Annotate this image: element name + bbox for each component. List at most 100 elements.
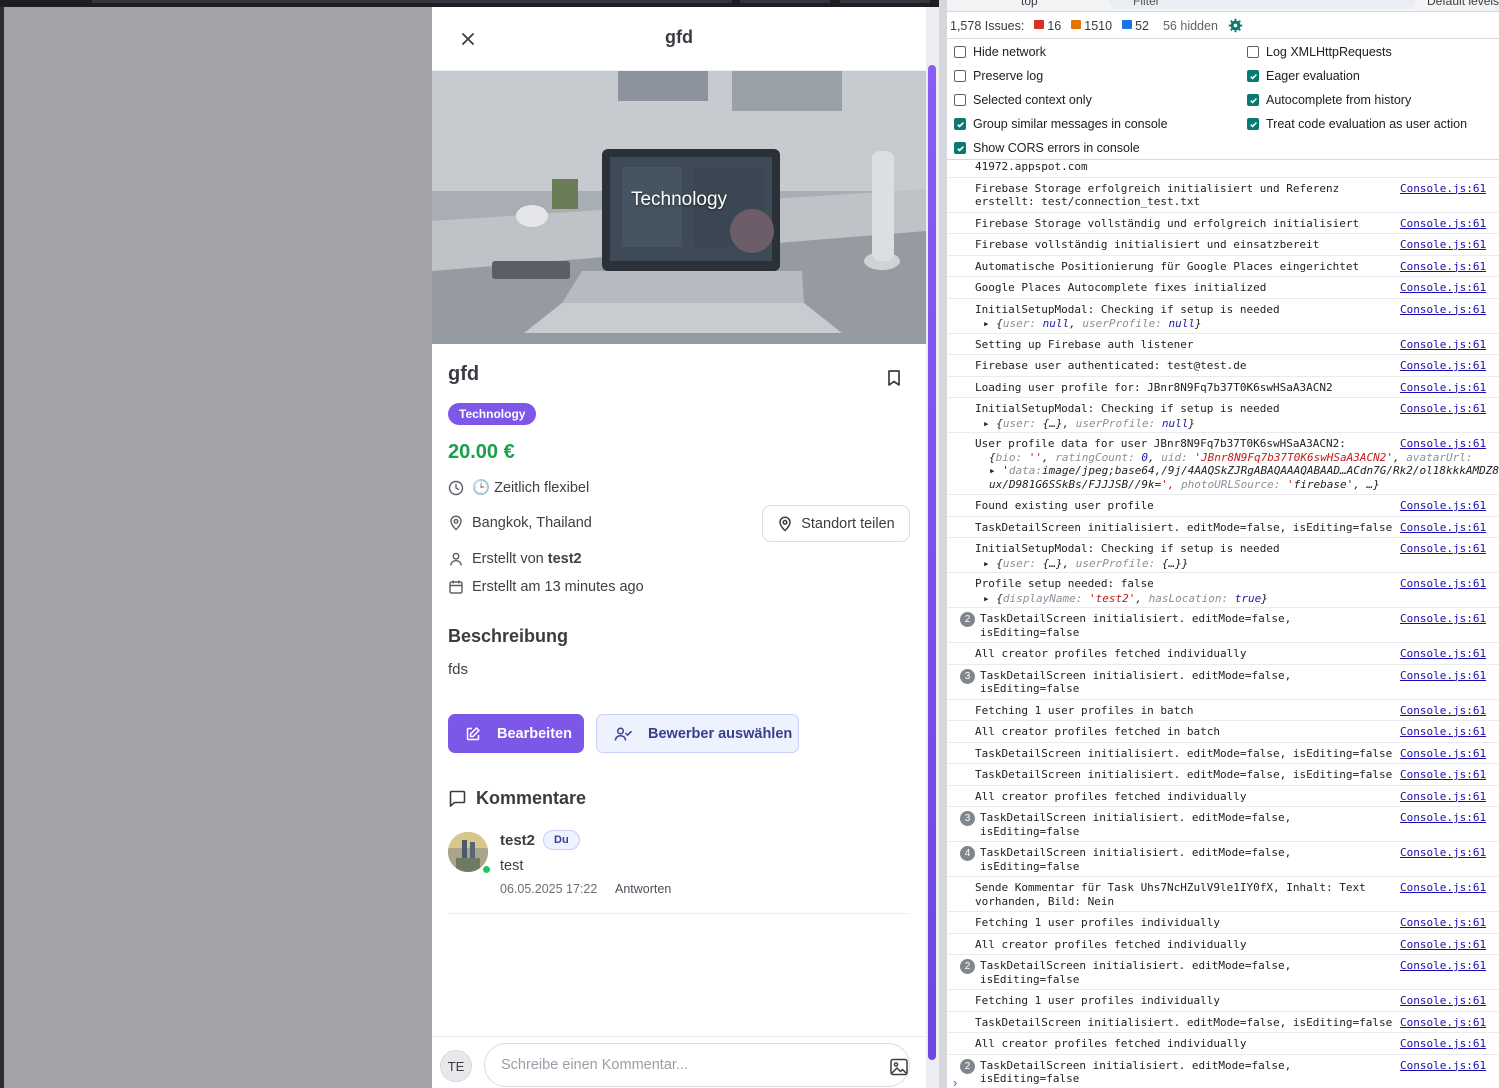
select-applicant-button[interactable]: Bewerber auswählen xyxy=(596,714,799,753)
console-source-link[interactable]: Console.js:61 xyxy=(1400,303,1486,317)
console-message[interactable]: Loading user profile for: JBnr8N9Fq7b37T… xyxy=(947,377,1499,398)
console-message[interactable]: InitialSetupModal: Checking if setup is … xyxy=(947,398,1499,433)
console-message[interactable]: Firebase Storage vollständig und erfolgr… xyxy=(947,213,1499,234)
setting-checkbox[interactable] xyxy=(954,46,966,58)
console-source-link[interactable]: Console.js:61 xyxy=(1400,238,1486,252)
console-message[interactable]: 2 TaskDetailScreen initialisiert. editMod… xyxy=(947,955,1499,990)
console-message[interactable]: Fetching 1 user profiles individually Con… xyxy=(947,990,1499,1012)
console-message[interactable]: 3 TaskDetailScreen initialisiert. editMod… xyxy=(947,807,1499,842)
console-message[interactable]: Firebase vollständig initialisiert und e… xyxy=(947,234,1499,256)
setting-checkbox[interactable] xyxy=(1247,118,1259,130)
console-message[interactable]: TaskDetailScreen initialisiert. editMode… xyxy=(947,743,1499,764)
issues-info[interactable]: 52 xyxy=(1122,19,1149,33)
console-message[interactable]: All creator profiles fetched individuall… xyxy=(947,934,1499,955)
bookmark-icon[interactable] xyxy=(884,368,904,388)
setting-right-3[interactable]: Treat code evaluation as user action xyxy=(1247,117,1467,131)
setting-right-1[interactable]: Eager evaluation xyxy=(1247,69,1360,83)
console-source-link[interactable]: Console.js:61 xyxy=(1400,217,1486,231)
console-object-preview[interactable]: ▸ {displayName: 'test2', hasLocation: tr… xyxy=(983,592,1268,606)
console-message[interactable]: All creator profiles fetched in batch Con… xyxy=(947,721,1499,743)
console-message[interactable]: Profile setup needed: false ▸ {displayNam… xyxy=(947,573,1499,608)
console-source-link[interactable]: Console.js:61 xyxy=(1400,577,1486,591)
console-source-link[interactable]: Console.js:61 xyxy=(1400,846,1486,860)
console-message[interactable]: Firebase Storage erfolgreich initialisie… xyxy=(947,178,1499,213)
console-object-preview[interactable]: ux/D981G6SSkBs/FJJJSB//9k=', photoURLSou… xyxy=(989,478,1380,492)
console-message[interactable]: TaskDetailScreen initialisiert. editMode… xyxy=(947,764,1499,786)
console-source-link[interactable]: Console.js:61 xyxy=(1400,542,1486,556)
console-source-link[interactable]: Console.js:61 xyxy=(1400,747,1486,761)
console-source-link[interactable]: Console.js:61 xyxy=(1400,881,1486,895)
console-source-link[interactable]: Console.js:61 xyxy=(1400,521,1486,535)
console-source-link[interactable]: Console.js:61 xyxy=(1400,647,1486,661)
console-message[interactable]: Setting up Firebase auth listener Console… xyxy=(947,334,1499,355)
modal-backdrop[interactable] xyxy=(4,7,432,1088)
share-location-button[interactable]: Standort teilen xyxy=(762,505,910,542)
log-levels-dropdown[interactable]: Default levels xyxy=(1427,0,1499,8)
console-message[interactable]: Google Places Autocomplete fixes initial… xyxy=(947,277,1499,299)
console-source-link[interactable]: Console.js:61 xyxy=(1400,499,1486,513)
issues-warnings[interactable]: 1510 xyxy=(1071,19,1112,33)
setting-left-4[interactable]: Show CORS errors in console xyxy=(954,141,1140,155)
setting-left-2[interactable]: Selected context only xyxy=(954,93,1092,107)
console-message[interactable]: 2 TaskDetailScreen initialisiert. editMod… xyxy=(947,1055,1499,1088)
console-source-link[interactable]: Console.js:61 xyxy=(1400,402,1486,416)
console-object-preview[interactable]: ▸ {user: {…}, userProfile: {…}} xyxy=(983,557,1188,571)
context-selector[interactable]: top xyxy=(1021,0,1038,8)
console-source-link[interactable]: Console.js:61 xyxy=(1400,381,1486,395)
setting-checkbox[interactable] xyxy=(1247,94,1259,106)
console-source-link[interactable]: Console.js:61 xyxy=(1400,260,1486,274)
image-icon[interactable] xyxy=(889,1057,909,1077)
edit-button[interactable]: Bearbeiten xyxy=(448,714,584,753)
console-message[interactable]: Automatische Positionierung für Google P… xyxy=(947,256,1499,277)
setting-left-0[interactable]: Hide network xyxy=(954,45,1046,59)
console-source-link[interactable]: Console.js:61 xyxy=(1400,704,1486,718)
setting-checkbox[interactable] xyxy=(954,70,966,82)
setting-left-3[interactable]: Group similar messages in console xyxy=(954,117,1168,131)
console-source-link[interactable]: Console.js:61 xyxy=(1400,669,1486,683)
setting-checkbox[interactable] xyxy=(1247,46,1259,58)
console-source-link[interactable]: Console.js:61 xyxy=(1400,725,1486,739)
console-source-link[interactable]: Console.js:61 xyxy=(1400,612,1486,626)
console-message[interactable]: InitialSetupModal: Checking if setup is … xyxy=(947,299,1499,334)
issues-errors[interactable]: 16 xyxy=(1034,19,1061,33)
console-message[interactable]: 3 TaskDetailScreen initialisiert. editMod… xyxy=(947,665,1499,700)
console-message[interactable]: All creator profiles fetched individuall… xyxy=(947,643,1499,665)
setting-checkbox[interactable] xyxy=(954,118,966,130)
console-message[interactable]: TaskDetailScreen initialisiert. editMode… xyxy=(947,517,1499,538)
console-source-link[interactable]: Console.js:61 xyxy=(1400,281,1486,295)
console-source-link[interactable]: Console.js:61 xyxy=(1400,790,1486,804)
console-source-link[interactable]: Console.js:61 xyxy=(1400,437,1486,451)
console-message[interactable]: All creator profiles fetched individuall… xyxy=(947,1033,1499,1055)
console-source-link[interactable]: Console.js:61 xyxy=(1400,938,1486,952)
console-message[interactable]: Found existing user profile Console.js:61 xyxy=(947,495,1499,517)
console-message[interactable]: User profile data for user JBnr8N9Fq7b37… xyxy=(947,433,1499,495)
console-message[interactable]: 2 TaskDetailScreen initialisiert. editMod… xyxy=(947,608,1499,643)
console-message[interactable]: TaskDetailScreen initialisiert. editMode… xyxy=(947,1012,1499,1033)
console-message[interactable]: Fetching 1 user profiles in batch Console… xyxy=(947,700,1499,721)
console-message[interactable]: All creator profiles fetched individuall… xyxy=(947,786,1499,807)
setting-right-2[interactable]: Autocomplete from history xyxy=(1247,93,1411,107)
console-message[interactable]: Sende Kommentar für Task Uhs7NcHZulV9le1… xyxy=(947,877,1499,912)
console-source-link[interactable]: Console.js:61 xyxy=(1400,959,1486,973)
console-source-link[interactable]: Console.js:61 xyxy=(1400,338,1486,352)
console-source-link[interactable]: Console.js:61 xyxy=(1400,768,1486,782)
console-source-link[interactable]: Console.js:61 xyxy=(1400,811,1486,825)
filter-input[interactable]: Filter xyxy=(1109,0,1415,9)
comment-input[interactable] xyxy=(484,1043,910,1087)
console-object-preview[interactable]: ▸ 'data:image/jpeg;base64,/9j/4AAQSkZJRg… xyxy=(989,464,1499,478)
console-source-link[interactable]: Console.js:61 xyxy=(1400,916,1486,930)
comment-author[interactable]: test2 xyxy=(500,832,535,849)
console-object-preview[interactable]: ▸ {user: null, userProfile: null} xyxy=(983,317,1202,331)
console-message[interactable]: Fetching 1 user profiles individually Con… xyxy=(947,912,1499,934)
setting-left-1[interactable]: Preserve log xyxy=(954,69,1043,83)
console-source-link[interactable]: Console.js:61 xyxy=(1400,1059,1486,1073)
panel-scrollbar-thumb[interactable] xyxy=(928,65,936,1060)
issues-bar[interactable]: 1,578 Issues: 16 1510 52 56 hidden xyxy=(947,13,1499,39)
console-message[interactable]: 41972.appspot.com xyxy=(947,156,1499,178)
gear-icon[interactable] xyxy=(1228,18,1243,33)
console-object-preview[interactable]: ▸ {user: {…}, userProfile: null} xyxy=(983,417,1195,431)
console-source-link[interactable]: Console.js:61 xyxy=(1400,1016,1486,1030)
console-source-link[interactable]: Console.js:61 xyxy=(1400,994,1486,1008)
console-source-link[interactable]: Console.js:61 xyxy=(1400,182,1486,196)
setting-checkbox[interactable] xyxy=(1247,70,1259,82)
